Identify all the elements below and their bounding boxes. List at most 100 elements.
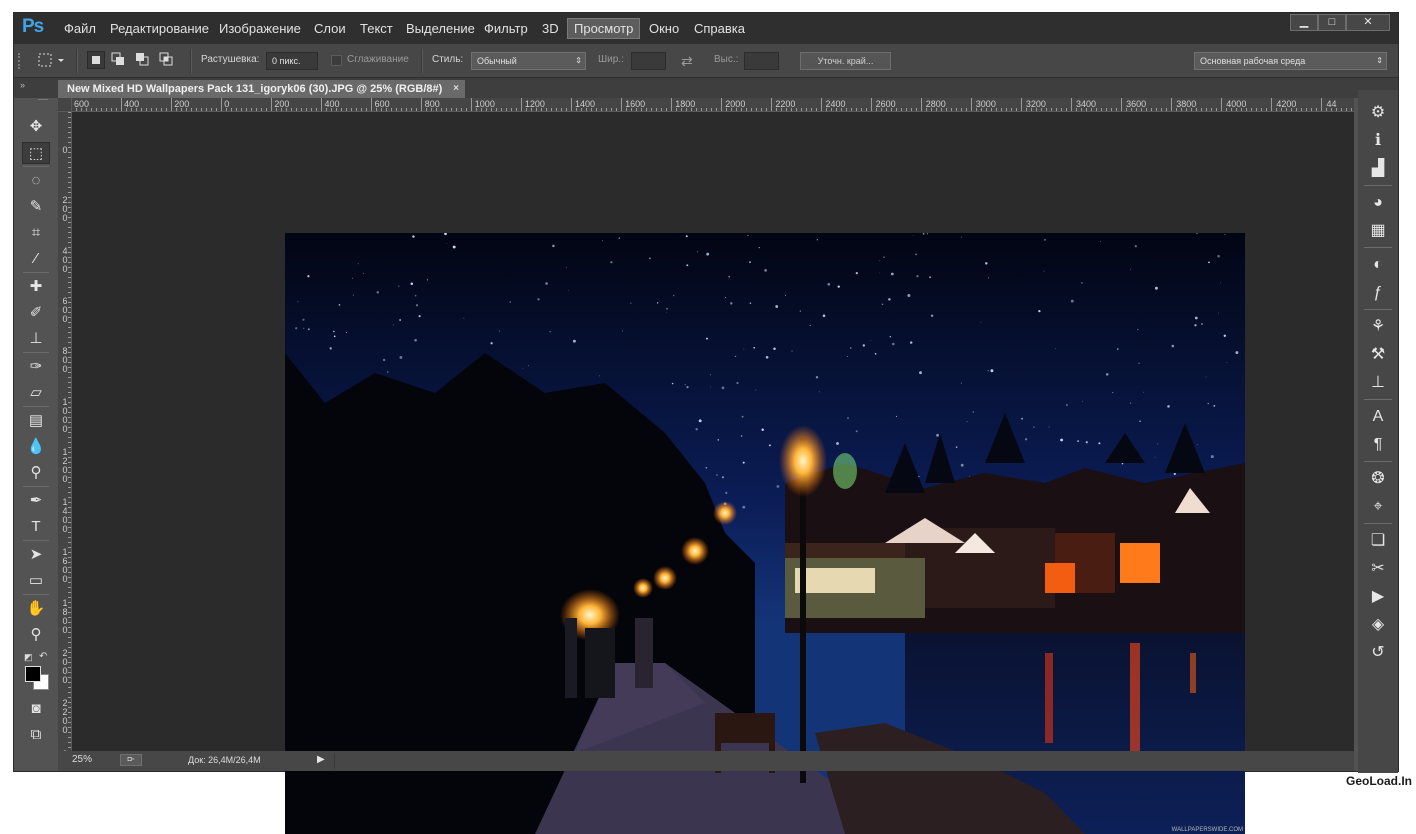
collapse-toolbar-icon[interactable]: » (20, 80, 25, 90)
pen-tool-button[interactable]: ✒ (22, 490, 50, 512)
quick-mask-button[interactable]: ◙ (22, 698, 50, 720)
ruler-tick (1041, 108, 1042, 111)
document-tab[interactable]: New Mixed HD Wallpapers Pack 131_igoryk0… (58, 80, 465, 98)
status-preview-icon[interactable]: ◘▫ (120, 754, 142, 766)
histogram-panel-button[interactable]: ▟ (1362, 156, 1394, 182)
ruler-tick (1191, 108, 1192, 111)
character-panel-button[interactable]: A (1362, 404, 1394, 430)
clone-stamp-tool-button[interactable]: ⊥ (22, 328, 50, 350)
navigator-panel-button[interactable]: ⚙ (1362, 100, 1394, 126)
crop-tool-icon: ⌗ (31, 224, 41, 241)
swatches-panel-button[interactable]: ▦ (1362, 218, 1394, 244)
vertical-ruler[interactable]: 02 0 04 0 06 0 08 0 01 0 0 01 2 0 01 4 0… (58, 112, 72, 751)
refine-edge-button[interactable]: Уточн. край... (800, 52, 891, 70)
tools-panel-grip[interactable] (38, 99, 48, 110)
healing-brush-tool-button[interactable]: ✚ (22, 276, 50, 298)
default-colors-icon[interactable]: ◩ (24, 652, 33, 663)
options-bar-grip[interactable] (18, 53, 24, 69)
styles-panel-button[interactable]: ƒ (1362, 280, 1394, 306)
ruler-tick (331, 108, 332, 111)
screen-mode-button[interactable]: ⧉ (22, 724, 50, 746)
zoom-tool-button[interactable]: ⚲ (22, 624, 50, 646)
ruler-tick (191, 108, 192, 111)
menu-select[interactable]: Выделение (406, 13, 475, 44)
paths-panel-button[interactable]: ⌖ (1362, 494, 1394, 520)
blur-tool-button[interactable]: 💧 (22, 436, 50, 458)
feather-input[interactable]: 0 пикс. (266, 52, 318, 70)
star (879, 272, 881, 274)
quick-selection-tool-button[interactable]: ✎ (22, 196, 50, 218)
ruler-tick (861, 108, 862, 111)
brush-presets-panel-button[interactable]: ⚘ (1362, 314, 1394, 340)
menu-layers[interactable]: Слои (314, 13, 346, 44)
menu-type[interactable]: Текст (360, 13, 393, 44)
hand-tool-button[interactable]: ✋ (22, 598, 50, 620)
style-select[interactable]: Обычный ⇕ (471, 52, 586, 70)
star (725, 296, 727, 298)
swap-dimensions-icon[interactable]: ⇄ (681, 53, 693, 70)
subtract-selection-button[interactable] (134, 51, 152, 69)
close-tab-icon[interactable]: × (453, 80, 459, 98)
panel-dock-header[interactable] (1358, 78, 1398, 90)
notes-panel-button[interactable]: ✂ (1362, 556, 1394, 582)
tools-panel: ✥ ⬚ ◌ ✎ ⌗ ⁄ ✚ ✐ ⊥ ✑ ▱ ▤ 💧 ⚲ ✒ T ➤ ▭ ✋ ⚲ ◩ ↶ ◙ ⧉ (20, 110, 54, 758)
info-panel-button[interactable]: ℹ (1362, 128, 1394, 154)
menu-help[interactable]: Справка (694, 13, 745, 44)
layers-panel-button[interactable]: ◈ (1362, 612, 1394, 638)
canvas-area[interactable]: WALLPAPERSWIDE.COM (72, 112, 1354, 834)
eraser-tool-button[interactable]: ▱ (22, 382, 50, 404)
menu-file[interactable]: Файл (64, 13, 96, 44)
ruler-origin[interactable] (58, 98, 72, 112)
star (1098, 442, 1101, 445)
menu-view[interactable]: Просмотр (567, 18, 641, 39)
add-to-selection-button[interactable] (110, 51, 128, 69)
menu-image[interactable]: Изображение (219, 13, 301, 44)
menu-filter[interactable]: Фильтр (484, 13, 528, 44)
lasso-tool-button[interactable]: ◌ (22, 170, 50, 192)
document-image[interactable]: WALLPAPERSWIDE.COM (285, 233, 1245, 834)
intersect-selection-button[interactable] (158, 51, 176, 69)
ruler-tick (406, 108, 407, 111)
path-selection-tool-button[interactable]: ➤ (22, 544, 50, 566)
move-tool-button[interactable]: ✥ (22, 116, 50, 138)
close-window-button[interactable]: ✕ (1346, 14, 1390, 31)
horizontal-ruler[interactable]: 600 400 200 0 200 400 600 800 1000 1200 1400 1600 18… (71, 98, 1354, 112)
history-brush-tool-button[interactable]: ✑ (22, 356, 50, 378)
zoom-level[interactable]: 25% (72, 754, 92, 765)
color-panel-button[interactable]: ◕ (1362, 190, 1394, 216)
ruler-tick (68, 682, 71, 683)
type-tool-button[interactable]: T (22, 516, 50, 538)
swap-colors-icon[interactable]: ↶ (39, 651, 47, 662)
star (1137, 328, 1139, 331)
minimize-button[interactable]: ▁ (1290, 14, 1318, 31)
workspace-select[interactable]: Основная рабочая среда ⇕ (1194, 52, 1387, 70)
history-panel-button[interactable]: ↺ (1362, 640, 1394, 666)
maximize-button[interactable]: □ (1318, 14, 1346, 31)
paragraph-panel-button[interactable]: ¶ (1362, 432, 1394, 458)
marquee-tool-button[interactable]: ⬚ (22, 142, 50, 164)
marquee-preset-picker[interactable] (36, 51, 64, 69)
adjustments-panel-button[interactable]: ◐ (1362, 252, 1394, 278)
eyedropper-tool-button[interactable]: ⁄ (22, 248, 50, 270)
new-selection-button[interactable] (87, 51, 105, 69)
tool-presets-panel-button[interactable]: ⚒ (1362, 342, 1394, 368)
channels-panel-button[interactable]: ❂ (1362, 466, 1394, 492)
menu-window[interactable]: Окно (649, 13, 679, 44)
actions-panel-button[interactable]: ▶ (1362, 584, 1394, 610)
height-input[interactable] (744, 52, 779, 70)
width-input[interactable] (631, 52, 666, 70)
ruler-tick (68, 532, 71, 533)
antialias-checkbox[interactable] (331, 55, 342, 66)
layer-comps-panel-button[interactable]: ❏ (1362, 528, 1394, 554)
status-menu-arrow-icon[interactable]: ▶ (317, 754, 325, 765)
rectangle-tool-button[interactable]: ▭ (22, 570, 50, 592)
clone-source-panel-button[interactable]: ⊥ (1362, 370, 1394, 396)
dodge-tool-button[interactable]: ⚲ (22, 462, 50, 484)
gradient-tool-button[interactable]: ▤ (22, 410, 50, 432)
brush-tool-button[interactable]: ✐ (22, 302, 50, 324)
crop-tool-button[interactable]: ⌗ (22, 222, 50, 244)
menu-edit[interactable]: Редактирование (110, 13, 209, 44)
ruler-tick (1321, 98, 1322, 111)
foreground-color-swatch[interactable] (25, 666, 41, 682)
menu-3d[interactable]: 3D (542, 13, 559, 44)
